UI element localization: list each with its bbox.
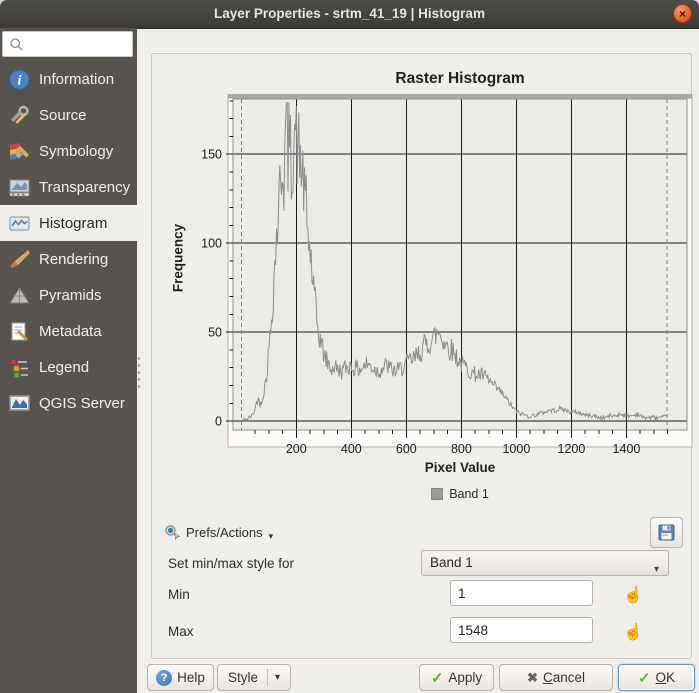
sidebar-item-label: Transparency [39,179,130,196]
help-label: Help [177,670,205,685]
layer-properties-dialog: Layer Properties - srtm_41_19 | Histogra… [0,0,699,693]
sidebar-item-rendering[interactable]: Rendering [0,241,137,277]
histogram-chart[interactable]: 0 50 100 150 200 400 600 800 1000 1200 1400 [180,94,699,466]
search-icon [9,37,24,52]
chart-title: Raster Histogram [200,70,699,88]
svg-text:1200: 1200 [558,442,586,456]
sidebar-item-label: Metadata [39,323,102,340]
close-icon[interactable]: × [673,4,692,23]
hand-pointer-icon[interactable]: ☝ [621,583,645,607]
ok-label: OK [656,670,676,685]
sidebar-item-label: Histogram [39,215,107,232]
separator [267,669,268,686]
set-minmax-label: Set min/max style for [168,556,294,571]
sidebar-item-source[interactable]: Source [0,97,137,133]
min-label: Min [168,587,190,602]
sidebar-item-symbology[interactable]: Symbology [0,133,137,169]
window-title: Layer Properties - srtm_41_19 | Histogra… [0,0,699,28]
sidebar-item-label: Rendering [39,251,108,268]
prefs-actions-button[interactable]: Prefs/Actions ▾ [158,519,279,545]
svg-text:1000: 1000 [502,442,530,456]
svg-text:800: 800 [451,442,472,456]
x-axis-label: Pixel Value [200,460,699,475]
legend-label: Band 1 [449,487,489,501]
y-axis-label: Frequency [171,224,186,292]
document-pencil-icon [8,320,31,343]
svg-text:i: i [18,73,22,88]
help-button[interactable]: ? Help [147,664,214,691]
titlebar[interactable]: Layer Properties - srtm_41_19 | Histogra… [0,0,699,29]
paintbrush-icon [8,140,31,163]
brush-icon [8,248,31,271]
cross-icon: ✖ [527,670,538,686]
wrench-icon [8,104,31,127]
sidebar-item-histogram[interactable]: Histogram [0,205,137,241]
svg-text:150: 150 [201,148,222,162]
max-input[interactable] [450,617,593,643]
help-icon: ? [156,670,172,686]
sidebar-item-qgis-server[interactable]: QGIS Server [0,385,137,421]
apply-button[interactable]: ✓ Apply [419,664,494,691]
sidebar-item-information[interactable]: i Information [0,61,137,97]
histogram-icon [8,212,31,235]
hand-pointer-icon[interactable]: ☝ [621,620,645,644]
band-select-value: Band 1 [430,555,473,570]
check-icon: ✓ [638,669,651,687]
svg-text:400: 400 [341,442,362,456]
legend-swatch [431,488,443,500]
cancel-button[interactable]: ✖ Cancel [499,664,613,691]
chevron-down-icon: ▾ [275,672,280,683]
sidebar-item-legend[interactable]: Legend [0,349,137,385]
style-label: Style [228,670,258,685]
prefs-icon [164,524,180,540]
svg-text:1400: 1400 [613,442,641,456]
sidebar-item-transparency[interactable]: Transparency [0,169,137,205]
svg-text:0: 0 [215,415,222,429]
sidebar-nav: i Information Source Symbology Transpare… [0,61,137,421]
sidebar-item-label: Pyramids [39,287,102,304]
sidebar: i Information Source Symbology Transpare… [0,28,137,693]
search-input[interactable] [2,31,133,57]
sidebar-item-label: QGIS Server [39,395,125,412]
splitter-handle[interactable] [137,355,141,389]
chevron-down-icon: ▾ [269,531,274,542]
min-input[interactable] [450,580,593,606]
max-label: Max [168,624,194,639]
info-icon: i [8,68,31,91]
chevron-down-icon: ▾ [654,558,659,582]
transparency-icon [8,176,31,199]
svg-text:200: 200 [286,442,307,456]
legend-icon [8,356,31,379]
cancel-label: Cancel [543,670,585,685]
svg-text:100: 100 [201,237,222,251]
ok-button[interactable]: ✓ OK [618,664,695,691]
style-button[interactable]: Style ▾ [217,664,291,691]
svg-text:600: 600 [396,442,417,456]
band-select[interactable]: Band 1 ▾ [421,550,669,576]
sidebar-item-pyramids[interactable]: Pyramids [0,277,137,313]
sidebar-item-label: Symbology [39,143,113,160]
pyramid-icon [8,284,31,307]
sidebar-item-label: Legend [39,359,89,376]
sidebar-item-label: Information [39,71,114,88]
chart-legend: Band 1 [200,487,699,501]
sidebar-item-label: Source [39,107,87,124]
map-icon [8,392,31,415]
save-icon [657,523,676,542]
apply-label: Apply [448,670,482,685]
prefs-actions-label: Prefs/Actions [186,525,263,540]
svg-text:50: 50 [208,326,222,340]
check-icon: ✓ [431,669,444,687]
sidebar-item-metadata[interactable]: Metadata [0,313,137,349]
save-button[interactable] [650,517,683,548]
